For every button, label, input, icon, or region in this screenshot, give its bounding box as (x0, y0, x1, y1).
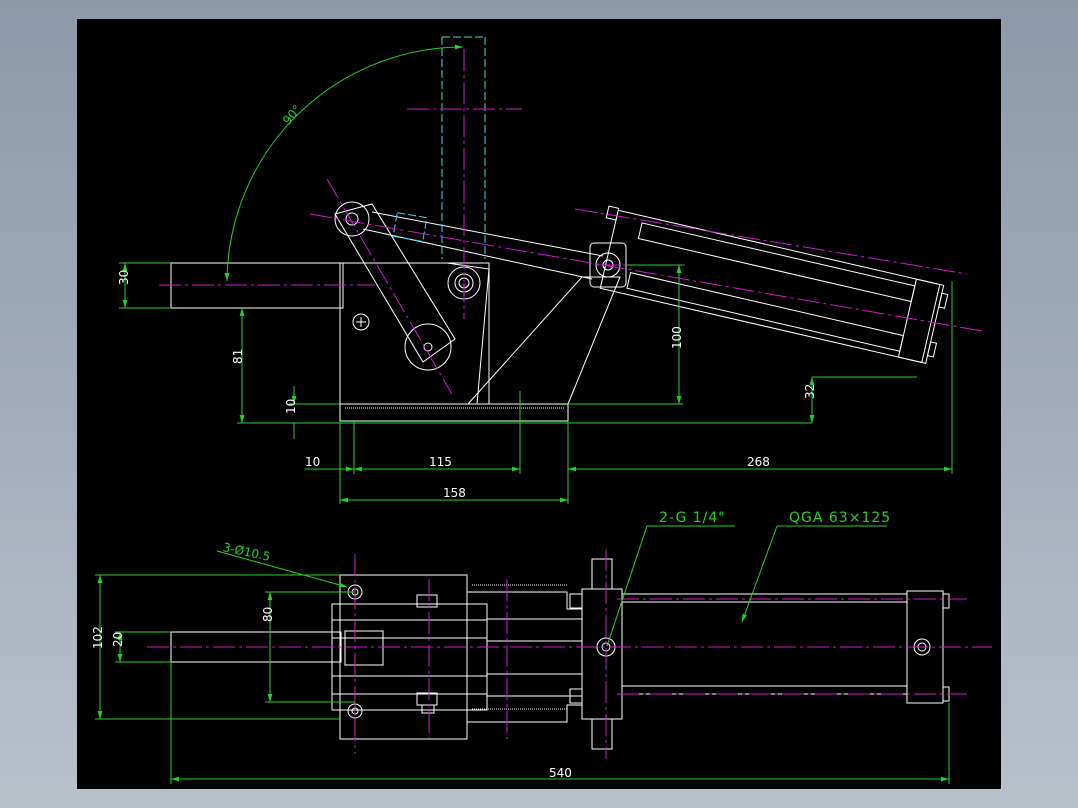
cad-viewport[interactable]: 90° 30 81 10 100 32 10 115 158 268 3-Ø10… (77, 19, 1001, 789)
dim-81: 81 (231, 349, 245, 364)
angle-arc (224, 44, 464, 282)
centerlines-plan (147, 549, 992, 759)
dim-10-vertical: 10 (284, 399, 298, 414)
dim-80: 80 (261, 607, 275, 622)
dim-115: 115 (429, 455, 452, 469)
dim-30: 30 (117, 270, 131, 285)
hidden-lines-elevation (392, 36, 486, 259)
dimensions-elevation (119, 262, 953, 504)
cylinder-label: QGA 63×125 (789, 510, 891, 526)
dim-20: 20 (111, 632, 125, 647)
cylinder-elevation (599, 205, 949, 364)
plan-body (339, 574, 583, 740)
plan-flange (581, 588, 623, 720)
port-label: 2-G 1/4" (659, 510, 726, 526)
clamp-body (339, 262, 490, 405)
dim-102: 102 (91, 626, 105, 649)
dim-32: 32 (803, 384, 817, 399)
dim-158: 158 (443, 486, 466, 500)
centerlines-elevation (159, 49, 983, 395)
dim-540: 540 (549, 766, 572, 780)
plan-view (170, 558, 950, 750)
elevation-view (170, 201, 949, 422)
plan-cylinder (621, 593, 908, 695)
dim-angle: 90° (280, 102, 304, 127)
drawing-canvas: 90° 30 81 10 100 32 10 115 158 268 3-Ø10… (91, 36, 992, 784)
dim-10-horizontal: 10 (305, 455, 320, 469)
bracket (467, 276, 621, 405)
base-plate (339, 403, 569, 422)
dimensions-plan (95, 525, 950, 784)
dim-holes: 3-Ø10.5 (222, 540, 272, 564)
dim-268: 268 (747, 455, 770, 469)
dim-100: 100 (670, 326, 684, 349)
